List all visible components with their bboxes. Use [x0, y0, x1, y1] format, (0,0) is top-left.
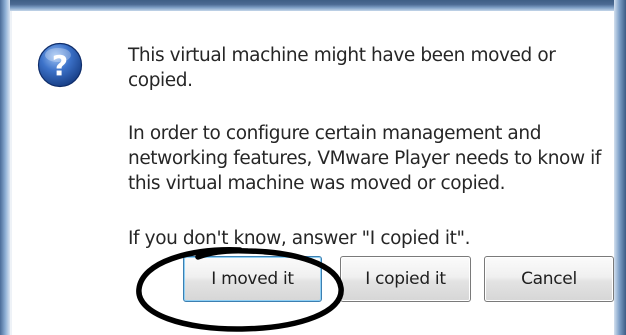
cancel-button[interactable]: Cancel	[484, 256, 614, 302]
i-moved-it-button[interactable]: I moved it	[183, 256, 322, 302]
message-line-configure: In order to configure certain management…	[128, 123, 602, 194]
i-copied-it-button[interactable]: I copied it	[340, 256, 471, 302]
window-frame-left	[0, 0, 10, 335]
message-line-if-unsure: If you don't know, answer "I copied it".	[128, 228, 471, 249]
question-icon: ?	[37, 42, 83, 88]
message-line-moved-or-copied: This virtual machine might have been mov…	[128, 45, 556, 91]
window-frame-top	[0, 0, 626, 11]
window-frame-right	[614, 0, 626, 335]
svg-text:?: ?	[52, 49, 68, 82]
